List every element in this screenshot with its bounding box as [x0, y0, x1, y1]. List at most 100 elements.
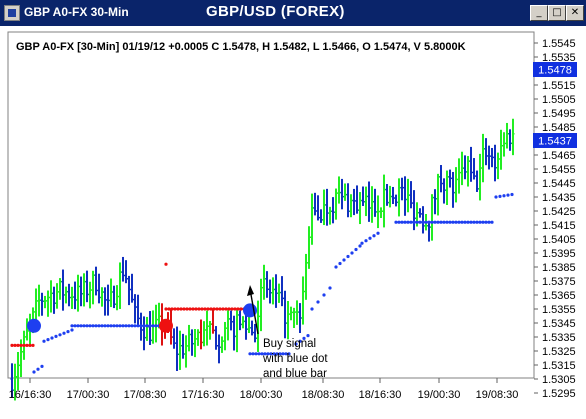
- trail-dot: [376, 231, 380, 235]
- x-tick-label: 18/16:30: [359, 389, 402, 401]
- trail-dot: [182, 307, 186, 311]
- y-tick-label: 1.5435: [542, 192, 576, 204]
- trail-dot: [88, 324, 92, 328]
- trail-dot: [19, 343, 23, 347]
- trail-dot: [334, 265, 338, 269]
- trail-dot: [445, 220, 449, 224]
- trail-dot: [472, 220, 476, 224]
- annotation-line-3: and blue bar: [263, 368, 327, 380]
- y-tick-label: 1.5445: [542, 178, 576, 190]
- trail-dot: [176, 307, 180, 311]
- trail-dot: [394, 220, 398, 224]
- trail-dot: [167, 307, 171, 311]
- trail-dot: [354, 247, 358, 252]
- y-axis: 1.55451.55351.55251.55151.55051.54951.54…: [534, 38, 576, 400]
- y-tick-label: 1.5325: [542, 346, 576, 358]
- trail-dot: [42, 339, 46, 343]
- trail-dot: [427, 220, 431, 224]
- trail-dot: [328, 286, 332, 290]
- trail-dot: [46, 338, 50, 342]
- trail-dot: [209, 307, 213, 311]
- trail-dot: [109, 324, 113, 328]
- chart-window: GBP A0-FX 30-Min GBP/USD (FOREX) _ □ ✕ 1…: [0, 0, 586, 414]
- buy-signal-dot: [27, 318, 41, 333]
- trail-dot: [251, 352, 255, 356]
- trail-dot: [346, 254, 350, 259]
- trail-dot: [400, 220, 404, 224]
- app-icon[interactable]: [4, 5, 20, 21]
- trail-dot: [164, 307, 168, 311]
- trail-dot: [460, 220, 464, 224]
- y-tick-label: 1.5495: [542, 108, 576, 120]
- trail-dot: [248, 352, 252, 356]
- trail-dot: [466, 220, 470, 224]
- trail-dot: [133, 324, 137, 328]
- trail-dot: [436, 220, 440, 224]
- trail-dot: [13, 343, 17, 347]
- trail-dot: [22, 343, 26, 347]
- trail-dot: [338, 261, 342, 266]
- trail-dot: [121, 324, 125, 328]
- trail-dot: [475, 220, 479, 224]
- trail-dot: [130, 324, 134, 328]
- trail-dot: [409, 220, 413, 224]
- trail-dot: [448, 220, 452, 224]
- title-bar[interactable]: GBP A0-FX 30-Min GBP/USD (FOREX) _ □ ✕: [0, 0, 586, 26]
- trail-dot: [103, 324, 107, 328]
- trail-dot: [148, 324, 152, 328]
- y-tick-label: 1.5295: [542, 388, 576, 400]
- trail-dot: [145, 324, 149, 328]
- trail-dot: [412, 220, 416, 224]
- y-tick-label: 1.5305: [542, 374, 576, 386]
- trail-dot: [139, 324, 143, 328]
- close-button[interactable]: ✕: [566, 5, 584, 21]
- trail-dot: [66, 330, 70, 334]
- trail-dot: [322, 293, 326, 297]
- price-chart[interactable]: 1.55451.55351.55251.55151.55051.54951.54…: [0, 26, 586, 414]
- trail-dot: [454, 220, 458, 224]
- y-tick-label: 1.5375: [542, 276, 576, 288]
- x-tick-label: 16/16:30: [9, 389, 52, 401]
- y-tick-label: 1.5405: [542, 234, 576, 246]
- trail-dot: [316, 300, 320, 304]
- trail-dot: [502, 194, 506, 198]
- trail-dot: [430, 220, 434, 224]
- trail-dot: [478, 220, 482, 224]
- x-tick-label: 18/00:30: [240, 389, 283, 401]
- trail-dot: [25, 343, 29, 347]
- trail-dot: [97, 324, 101, 328]
- trail-dot: [230, 307, 234, 311]
- maximize-button[interactable]: □: [548, 5, 566, 21]
- trail-dot: [451, 220, 455, 224]
- trail-dot: [257, 352, 261, 356]
- trail-dot: [510, 192, 514, 197]
- trail-dot: [115, 324, 119, 328]
- trail-dot: [91, 324, 95, 328]
- y-tick-label: 1.5315: [542, 360, 576, 372]
- y-tick-label: 1.5395: [542, 248, 576, 260]
- trail-dot: [350, 251, 354, 255]
- trail-dot: [403, 220, 407, 224]
- trail-dot: [487, 220, 491, 224]
- y-tick-label: 1.5515: [542, 80, 576, 92]
- trail-dot: [424, 220, 428, 224]
- chart-area[interactable]: 1.55451.55351.55251.55151.55051.54951.54…: [0, 26, 586, 414]
- trail-dot: [481, 220, 485, 224]
- trail-dot: [372, 234, 376, 238]
- trail-dot: [215, 307, 219, 311]
- trail-dot: [227, 307, 231, 311]
- trail-dot: [58, 333, 62, 337]
- trail-dot: [188, 307, 192, 311]
- minimize-button[interactable]: _: [530, 5, 548, 21]
- trail-dot: [142, 324, 146, 328]
- trail-dot: [218, 307, 222, 311]
- trail-dot: [406, 220, 410, 224]
- x-axis: 16/16:30 17/00:30 17/08:30 17/16:30 18/00:30…: [9, 378, 518, 401]
- trail-dot: [194, 307, 198, 311]
- sell-signal-dot: [159, 318, 173, 333]
- annotation-line-2: with blue dot: [262, 353, 328, 365]
- trail-dot: [200, 307, 204, 311]
- trail-dot: [197, 307, 201, 311]
- trail-dot: [360, 241, 364, 245]
- trail-dot: [418, 220, 422, 224]
